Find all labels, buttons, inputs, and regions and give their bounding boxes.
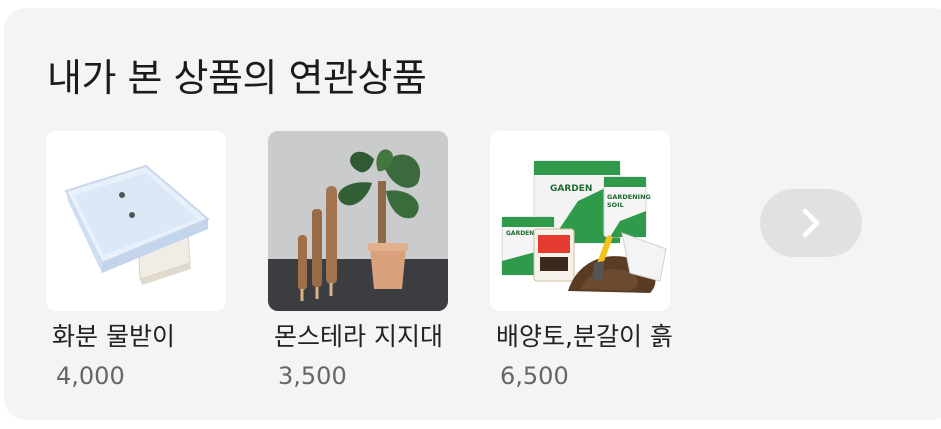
product-price: 3,500 [278,362,347,390]
product-image[interactable] [46,131,226,311]
product-card-soil[interactable]: GARDEN GARDENING SOIL GARDENING 배양토,분갈이 … [490,131,673,390]
svg-text:GARDENING: GARDENING [607,193,651,201]
chevron-right-icon [802,208,820,238]
product-image[interactable]: GARDEN GARDENING SOIL GARDENING [490,131,670,311]
svg-text:SOIL: SOIL [607,201,624,209]
monstera-poles-image [268,131,448,311]
product-card-monstera-support[interactable]: 몬스테라 지지대 3,500 [268,131,448,390]
product-image[interactable] [268,131,448,311]
soil-bags-image: GARDEN GARDENING SOIL GARDENING [490,131,670,311]
product-name[interactable]: 배양토,분갈이 흙 [496,321,673,353]
product-price: 6,500 [500,362,569,390]
svg-text:GARDEN: GARDEN [550,184,592,194]
product-card-saucer[interactable]: 화분 물받이 4,000 [46,131,226,390]
product-price: 4,000 [56,362,125,390]
product-name[interactable]: 화분 물받이 [52,321,175,353]
section-title: 내가 본 상품의 연관상품 [47,56,427,100]
next-button[interactable] [760,189,862,257]
product-name[interactable]: 몬스테라 지지대 [274,321,443,353]
plant-saucer-image [46,131,226,311]
